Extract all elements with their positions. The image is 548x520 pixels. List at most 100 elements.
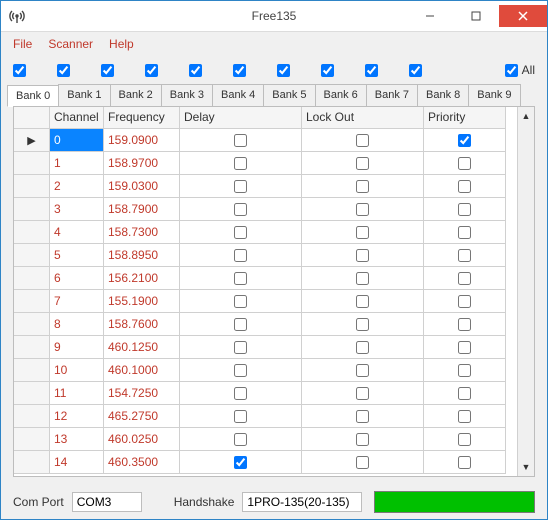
- tab-bank-1[interactable]: Bank 1: [58, 84, 110, 106]
- delay-checkbox[interactable]: [234, 295, 247, 308]
- bank-check-7[interactable]: [321, 64, 334, 77]
- cell-frequency[interactable]: 155.1900: [104, 290, 180, 313]
- lockout-checkbox[interactable]: [356, 203, 369, 216]
- delay-checkbox[interactable]: [234, 226, 247, 239]
- delay-checkbox[interactable]: [234, 249, 247, 262]
- cell-channel[interactable]: 3: [50, 198, 104, 221]
- cell-lockout[interactable]: [302, 428, 424, 451]
- cell-delay[interactable]: [180, 198, 302, 221]
- bank-check-9[interactable]: [409, 64, 422, 77]
- cell-delay[interactable]: [180, 267, 302, 290]
- lockout-checkbox[interactable]: [356, 180, 369, 193]
- delay-checkbox[interactable]: [234, 134, 247, 147]
- menu-file[interactable]: File: [13, 37, 32, 51]
- cell-channel[interactable]: 10: [50, 359, 104, 382]
- lockout-checkbox[interactable]: [356, 341, 369, 354]
- titlebar[interactable]: Free135: [1, 1, 547, 32]
- cell-delay[interactable]: [180, 290, 302, 313]
- scroll-down-icon[interactable]: ▼: [522, 462, 531, 472]
- priority-checkbox[interactable]: [458, 180, 471, 193]
- priority-checkbox[interactable]: [458, 249, 471, 262]
- cell-channel[interactable]: 8: [50, 313, 104, 336]
- row-header[interactable]: [14, 267, 50, 290]
- lockout-checkbox[interactable]: [356, 157, 369, 170]
- cell-priority[interactable]: [424, 313, 506, 336]
- priority-checkbox[interactable]: [458, 203, 471, 216]
- cell-priority[interactable]: [424, 175, 506, 198]
- bank-check-8[interactable]: [365, 64, 378, 77]
- row-header[interactable]: [14, 428, 50, 451]
- cell-channel[interactable]: 11: [50, 382, 104, 405]
- row-header[interactable]: [14, 359, 50, 382]
- delay-checkbox[interactable]: [234, 341, 247, 354]
- cell-lockout[interactable]: [302, 129, 424, 152]
- cell-delay[interactable]: [180, 152, 302, 175]
- priority-checkbox[interactable]: [458, 364, 471, 377]
- cell-delay[interactable]: [180, 175, 302, 198]
- cell-delay[interactable]: [180, 428, 302, 451]
- lockout-checkbox[interactable]: [356, 456, 369, 469]
- cell-lockout[interactable]: [302, 359, 424, 382]
- tab-bank-6[interactable]: Bank 6: [315, 84, 367, 106]
- column-header-priority[interactable]: Priority: [424, 107, 506, 129]
- bank-check-4[interactable]: [189, 64, 202, 77]
- cell-frequency[interactable]: 158.8950: [104, 244, 180, 267]
- cell-priority[interactable]: [424, 428, 506, 451]
- column-header-delay[interactable]: Delay: [180, 107, 302, 129]
- tab-bank-5[interactable]: Bank 5: [263, 84, 315, 106]
- cell-frequency[interactable]: 460.3500: [104, 451, 180, 474]
- cell-lockout[interactable]: [302, 313, 424, 336]
- tab-bank-9[interactable]: Bank 9: [468, 84, 520, 106]
- cell-priority[interactable]: [424, 152, 506, 175]
- column-header-channel[interactable]: Channel: [50, 107, 104, 129]
- delay-checkbox[interactable]: [234, 410, 247, 423]
- cell-channel[interactable]: 1: [50, 152, 104, 175]
- delay-checkbox[interactable]: [234, 203, 247, 216]
- tab-bank-2[interactable]: Bank 2: [110, 84, 162, 106]
- cell-priority[interactable]: [424, 336, 506, 359]
- cell-lockout[interactable]: [302, 382, 424, 405]
- lockout-checkbox[interactable]: [356, 410, 369, 423]
- cell-delay[interactable]: [180, 244, 302, 267]
- cell-priority[interactable]: [424, 405, 506, 428]
- bank-check-6[interactable]: [277, 64, 290, 77]
- cell-priority[interactable]: [424, 290, 506, 313]
- cell-channel[interactable]: 6: [50, 267, 104, 290]
- delay-checkbox[interactable]: [234, 433, 247, 446]
- cell-priority[interactable]: [424, 198, 506, 221]
- cell-lockout[interactable]: [302, 175, 424, 198]
- lockout-checkbox[interactable]: [356, 433, 369, 446]
- cell-priority[interactable]: [424, 267, 506, 290]
- delay-checkbox[interactable]: [234, 157, 247, 170]
- delay-checkbox[interactable]: [234, 387, 247, 400]
- cell-delay[interactable]: [180, 451, 302, 474]
- priority-checkbox[interactable]: [458, 295, 471, 308]
- tab-bank-4[interactable]: Bank 4: [212, 84, 264, 106]
- cell-channel[interactable]: 0: [50, 129, 104, 152]
- column-header-frequency[interactable]: Frequency: [104, 107, 180, 129]
- cell-frequency[interactable]: 460.1250: [104, 336, 180, 359]
- delay-checkbox[interactable]: [234, 272, 247, 285]
- cell-priority[interactable]: [424, 221, 506, 244]
- column-header-rowSel[interactable]: [14, 107, 50, 129]
- tab-bank-0[interactable]: Bank 0: [7, 85, 59, 107]
- row-header[interactable]: [14, 221, 50, 244]
- row-header[interactable]: [14, 244, 50, 267]
- cell-frequency[interactable]: 159.0900: [104, 129, 180, 152]
- cell-channel[interactable]: 2: [50, 175, 104, 198]
- bank-check-5[interactable]: [233, 64, 246, 77]
- cell-frequency[interactable]: 460.0250: [104, 428, 180, 451]
- cell-channel[interactable]: 13: [50, 428, 104, 451]
- cell-delay[interactable]: [180, 129, 302, 152]
- bank-check-all[interactable]: [505, 64, 518, 77]
- cell-delay[interactable]: [180, 313, 302, 336]
- cell-lockout[interactable]: [302, 405, 424, 428]
- cell-delay[interactable]: [180, 336, 302, 359]
- cell-priority[interactable]: [424, 244, 506, 267]
- priority-checkbox[interactable]: [458, 157, 471, 170]
- vertical-scrollbar[interactable]: ▲ ▼: [517, 107, 534, 476]
- cell-lockout[interactable]: [302, 451, 424, 474]
- scroll-up-icon[interactable]: ▲: [522, 111, 531, 121]
- row-header[interactable]: [14, 175, 50, 198]
- channel-grid[interactable]: ChannelFrequencyDelayLock OutPriority▶01…: [14, 107, 517, 474]
